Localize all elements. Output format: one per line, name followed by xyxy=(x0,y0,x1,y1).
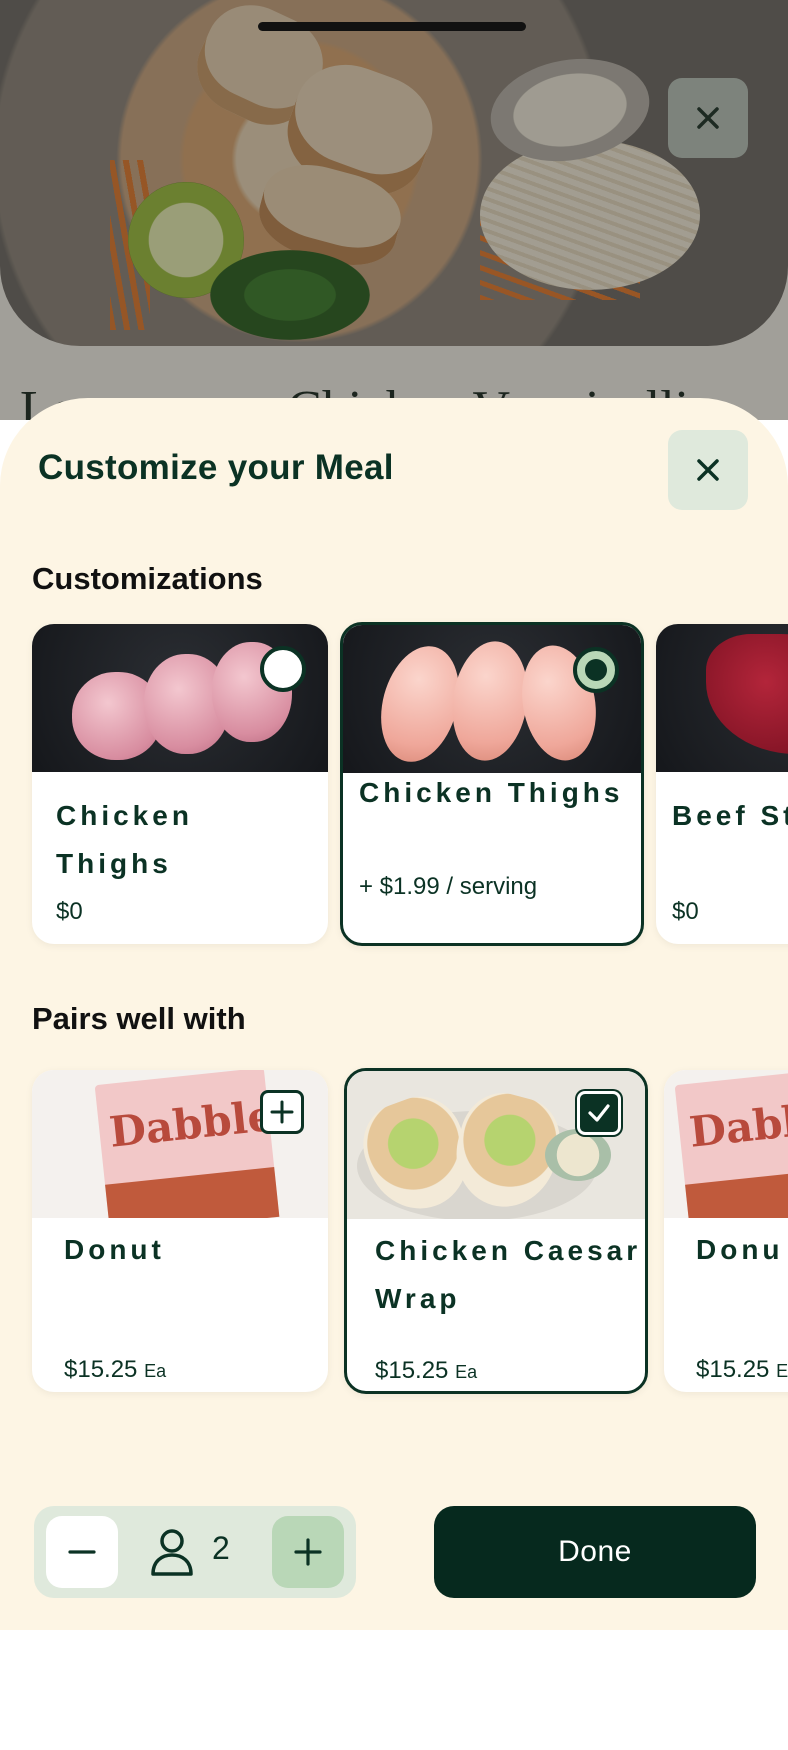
dabble-donuts-photo: Dabble xyxy=(664,1070,788,1218)
customizations-heading: Customizations xyxy=(32,561,263,596)
done-button[interactable]: Done xyxy=(434,1506,756,1598)
increase-servings-button[interactable] xyxy=(272,1516,344,1588)
customization-card[interactable]: Chicken Thighs + $1.99 / serving xyxy=(340,622,644,946)
pair-name: Donut xyxy=(64,1234,165,1265)
select-radio[interactable] xyxy=(260,646,306,692)
close-icon xyxy=(697,107,719,129)
pairs-heading: Pairs well with xyxy=(32,1001,246,1036)
minus-icon xyxy=(68,1550,96,1554)
pair-card[interactable]: Dabble Donut $15.25 Ea xyxy=(32,1070,328,1392)
customization-price: $0 xyxy=(672,898,699,925)
sheet-close-button[interactable] xyxy=(668,430,748,510)
hero-close-button[interactable] xyxy=(668,78,748,158)
customize-sheet: Customize your Meal Customizations Chick… xyxy=(0,398,788,1630)
customization-card[interactable]: Chicken Thighs $0 xyxy=(32,624,328,944)
sheet-title: Customize your Meal xyxy=(38,448,394,487)
decrease-servings-button[interactable] xyxy=(46,1516,118,1588)
app-screen: Lemongrass Chicken Vermicelli Customize … xyxy=(0,0,788,1750)
pair-price: $15.25 Ea xyxy=(64,1356,167,1383)
pair-name: Chicken Caesar Wrap xyxy=(375,1235,642,1314)
servings-count: 2 xyxy=(212,1530,230,1566)
checkmark-icon xyxy=(588,1104,610,1122)
pair-card[interactable]: Chicken Caesar Wrap $15.25 Ea xyxy=(344,1068,648,1394)
beef-steak-photo xyxy=(656,624,788,772)
remove-pair-button[interactable] xyxy=(577,1091,621,1135)
close-icon xyxy=(697,459,719,481)
modal-backdrop[interactable] xyxy=(0,0,788,420)
drag-handle[interactable] xyxy=(258,22,526,31)
customization-price: + $1.99 / serving xyxy=(359,873,538,900)
add-pair-button[interactable] xyxy=(260,1090,304,1134)
customization-card[interactable]: Beef St $0 xyxy=(656,624,788,944)
customization-name: Chicken Thighs xyxy=(359,777,624,808)
customization-price: $0 xyxy=(56,898,83,925)
recipe-background: Lemongrass Chicken Vermicelli xyxy=(0,0,788,420)
pair-price: $15.25 Ea xyxy=(375,1357,478,1384)
person-icon xyxy=(151,1529,193,1576)
pair-price: $15.25 E xyxy=(696,1356,788,1383)
pair-card[interactable]: Dabble Donu $15.25 E xyxy=(664,1070,788,1392)
pair-name: Donu xyxy=(696,1234,784,1265)
plus-icon xyxy=(294,1538,322,1566)
customization-name: Chicken Thighs xyxy=(56,800,193,879)
plus-icon xyxy=(270,1100,294,1124)
customization-name: Beef St xyxy=(672,800,788,831)
select-radio[interactable] xyxy=(573,647,619,693)
servings-stepper: 2 xyxy=(34,1506,356,1598)
